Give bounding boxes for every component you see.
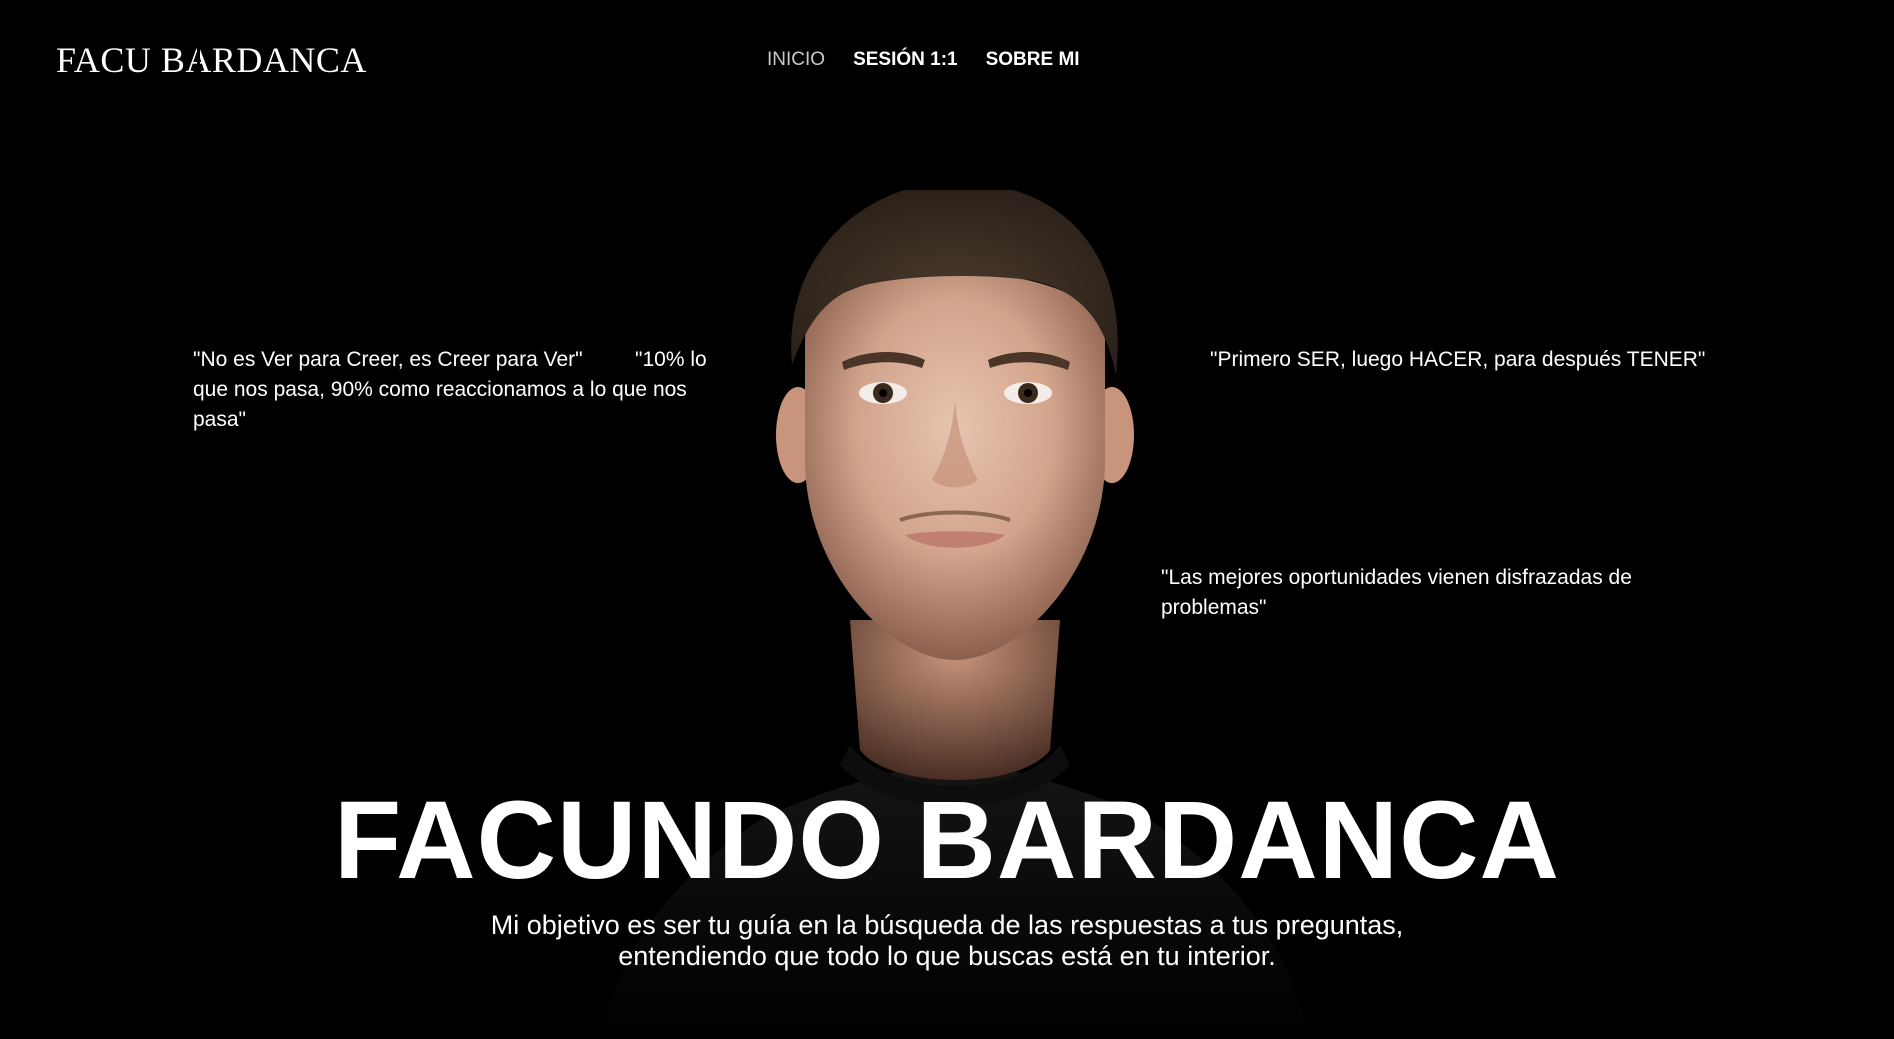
hero-subtitle: Mi objetivo es ser tu guía en la búsqued… [490,910,1404,971]
nav-item-sobre-mi[interactable]: SOBRE MI [986,47,1080,73]
logo-text-stencil-letter: A [185,40,212,80]
site-logo[interactable]: FACU BARDANCA [56,38,367,82]
quote-mejores-oportunidades: "Las mejores oportunidades vienen disfra… [1161,566,1632,619]
logo-text-start: FACU B [56,40,186,80]
quote-no-es-ver: "No es Ver para Creer, es Creer para Ver… [193,348,583,371]
quote-left-combined: "No es Ver para Creer, es Creer para Ver… [193,345,733,435]
nav-item-inicio[interactable]: INICIO [767,47,825,73]
quote-primero-ser: "Primero SER, luego HACER, para después … [1210,348,1706,371]
nav-item-sesion[interactable]: SESIÓN 1:1 [853,47,958,73]
logo-text-end: RDANCA [211,40,367,80]
hero-title: FACUNDO BARDANCA [334,779,1560,902]
main-nav: INICIO SESIÓN 1:1 SOBRE MI [767,47,1108,73]
